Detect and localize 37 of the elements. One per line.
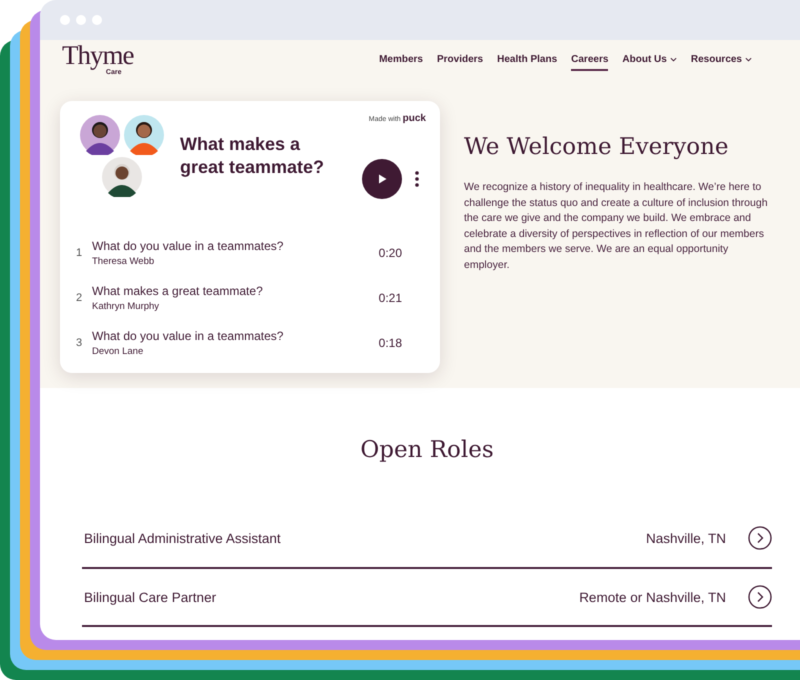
hero-paragraph: We recognize a history of inequality in healthcare. We’re here to challenge the status quo and create a culture of inclusion through the care we give and the company we build. We embrace and celebrate a diversity of perspectives in reflection of our members and the members we serve. We are an equal opportunity employer.: [464, 180, 769, 273]
nav-link[interactable]: Careers: [571, 50, 608, 71]
role-title[interactable]: Bilingual Care Partner: [84, 590, 580, 604]
window-dot[interactable]: [60, 15, 70, 25]
more-icon[interactable]: [414, 170, 420, 188]
nav-link[interactable]: About Us: [622, 50, 677, 71]
window-dot[interactable]: [92, 15, 102, 25]
track-author: Devon Lane: [92, 346, 144, 357]
track-number: 2: [76, 292, 84, 304]
window-dot[interactable]: [76, 15, 86, 25]
role-location: Remote or Nashville, TN: [579, 590, 726, 604]
nav-link[interactable]: Providers: [436, 50, 484, 71]
nav-link[interactable]: Health Plans: [497, 50, 558, 71]
track-title[interactable]: What do you value in a teammates?: [92, 329, 379, 343]
track-duration: 0:18: [378, 336, 402, 350]
nav-link[interactable]: Resources: [690, 50, 752, 71]
hero-heading: We Welcome Everyone: [464, 134, 730, 160]
arrow-right-circle-icon[interactable]: [748, 585, 772, 609]
card-title: What makes a great teammate?: [180, 133, 326, 178]
track-number: 3: [76, 337, 84, 349]
avatar: [80, 115, 120, 155]
play-icon: [376, 173, 388, 185]
avatar: [102, 157, 142, 197]
track-duration: 0:21: [378, 291, 402, 305]
track-title[interactable]: What do you value in a teammates?: [92, 239, 379, 253]
section-heading: Open Roles: [359, 437, 495, 463]
avatar: [124, 115, 164, 155]
track-duration: 0:20: [378, 246, 402, 260]
track-number: 1: [76, 247, 84, 259]
arrow-right-circle-icon[interactable]: [748, 526, 772, 550]
role-location: Nashville, TN: [646, 530, 726, 546]
role-title[interactable]: Bilingual Administrative Assistant: [84, 530, 646, 546]
nav-link[interactable]: Members: [379, 50, 423, 71]
play-button[interactable]: [362, 159, 402, 199]
track-title[interactable]: What makes a great teammate?: [92, 284, 379, 298]
track-author: Theresa Webb: [92, 256, 156, 267]
track-author: Kathryn Murphy: [92, 301, 160, 312]
